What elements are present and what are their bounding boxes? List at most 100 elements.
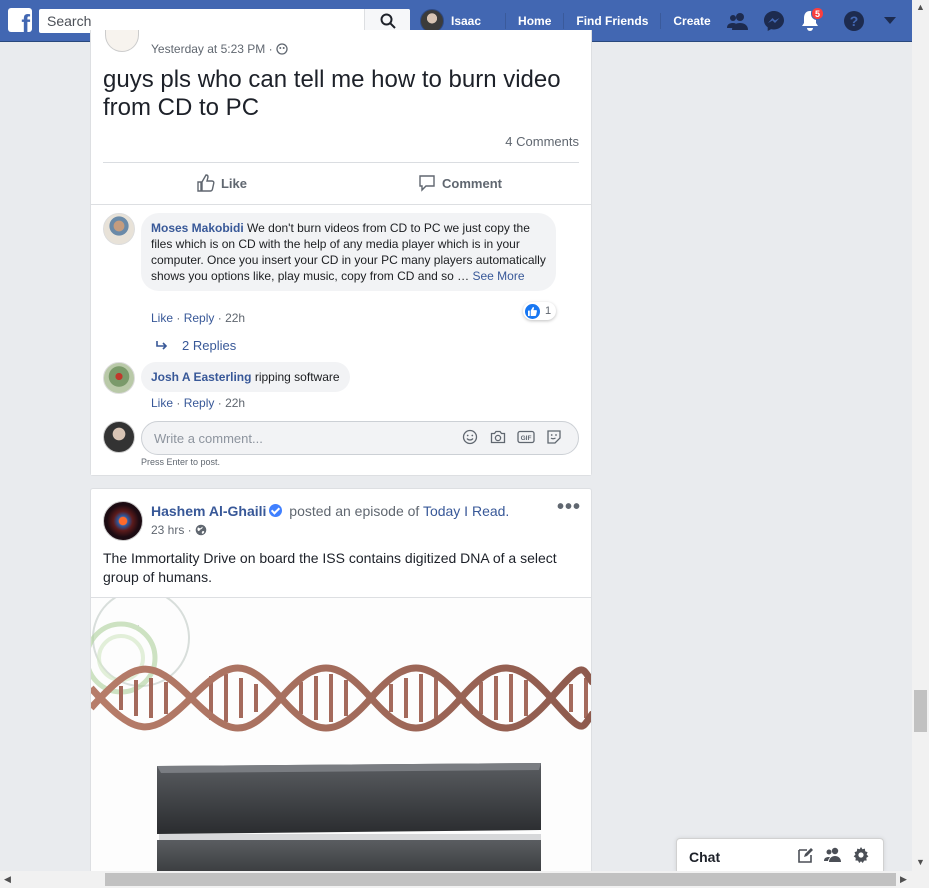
comment-reply-link[interactable]: Reply	[184, 311, 215, 325]
nav-divider	[660, 13, 662, 29]
compose-icon	[797, 848, 813, 863]
verified-badge-icon	[269, 504, 283, 517]
create-link[interactable]: Create	[673, 14, 710, 28]
like-label: Like	[220, 175, 247, 191]
post-action-text: posted an episode of	[289, 503, 420, 519]
vertical-scroll-thumb[interactable]	[914, 690, 927, 732]
commenter-avatar[interactable]	[103, 213, 135, 245]
post-text: guys pls who can tell me how to burn vid…	[103, 66, 561, 121]
facebook-logo[interactable]: f	[8, 8, 32, 32]
author-avatar[interactable]	[103, 501, 143, 541]
notifications-button[interactable]: 5	[792, 0, 828, 42]
comments-count-link[interactable]: 4 Comments	[505, 134, 579, 149]
comment-reply-link[interactable]: Reply	[184, 396, 215, 410]
thumbs-up-icon	[197, 174, 215, 192]
horizontal-scroll-thumb[interactable]	[105, 873, 896, 886]
create-group-button[interactable]	[819, 847, 847, 864]
gif-button[interactable]: GIF	[512, 429, 540, 445]
chat-bar[interactable]: Chat	[676, 838, 884, 872]
like-reaction-icon	[525, 303, 540, 319]
chat-settings-button[interactable]	[847, 847, 875, 864]
gif-icon: GIF	[517, 430, 535, 444]
nav-divider	[505, 13, 507, 29]
comment-input[interactable]	[154, 429, 454, 447]
scroll-down-arrow-icon[interactable]: ▼	[916, 857, 925, 867]
messenger-button[interactable]	[756, 0, 792, 42]
commenter-name[interactable]: Josh A Easterling	[151, 370, 251, 384]
commenter-name[interactable]: Moses Makobidi	[151, 221, 244, 235]
friend-requests-button[interactable]	[720, 0, 756, 42]
comment-like-link[interactable]: Like	[151, 311, 173, 325]
comments-section: Moses Makobidi We don't burn videos from…	[91, 204, 591, 475]
comment-actions: Like · Reply · 22h	[151, 396, 245, 410]
separator-dot: ·	[176, 396, 184, 410]
like-button[interactable]: Like	[103, 164, 341, 202]
comment-composer: GIF	[141, 421, 579, 455]
svg-text:?: ?	[850, 13, 859, 29]
comment-time[interactable]: 22h	[225, 311, 245, 325]
search-input[interactable]	[47, 12, 357, 30]
group-icon	[824, 847, 841, 862]
post-timestamp[interactable]: 23 hrs ·	[151, 523, 207, 537]
chevron-down-icon	[884, 17, 896, 24]
account-menu-button[interactable]	[872, 0, 908, 42]
reaction-count: 1	[545, 305, 552, 317]
search-icon	[380, 13, 396, 29]
gear-icon	[853, 847, 869, 863]
separator-dot: ·	[176, 311, 184, 325]
replies-label: 2 Replies	[182, 338, 237, 353]
nav-icons: 5 ?	[720, 0, 908, 42]
globe-icon	[195, 524, 207, 536]
comment-bubble: Moses Makobidi We don't burn videos from…	[141, 213, 556, 291]
my-avatar[interactable]	[103, 421, 135, 453]
comment-like-link[interactable]: Like	[151, 396, 173, 410]
help-button[interactable]: ?	[836, 0, 872, 42]
view-replies-link[interactable]: 2 Replies	[155, 338, 236, 353]
camera-icon	[490, 430, 506, 444]
scroll-up-arrow-icon[interactable]: ▲	[916, 2, 925, 12]
post-card: Yesterday at 5:23 PM · guys pls who can …	[90, 30, 592, 476]
post-timestamp[interactable]: Yesterday at 5:23 PM ·	[151, 42, 288, 56]
smiley-icon	[462, 429, 478, 445]
post-text: The Immortality Drive on board the ISS c…	[103, 550, 557, 585]
dna-helix-illustration: ·	[91, 598, 591, 888]
comment-icon	[419, 175, 435, 192]
video-media[interactable]: ·	[91, 597, 591, 888]
horizontal-scrollbar[interactable]: ◀ ▶	[0, 871, 929, 888]
comment-text: ripping software	[254, 370, 340, 384]
new-message-button[interactable]	[791, 847, 819, 864]
comment-time[interactable]: 22h	[225, 396, 245, 410]
post-options-button[interactable]: •••	[557, 497, 581, 517]
friends-audience-icon	[276, 43, 288, 55]
post-author-avatar[interactable]	[105, 30, 139, 52]
home-link[interactable]: Home	[518, 14, 551, 28]
post-header: Hashem Al-Ghaili posted an episode of To…	[151, 503, 509, 519]
nav-divider	[563, 13, 565, 29]
svg-text:GIF: GIF	[521, 435, 532, 442]
friend-requests-icon	[727, 13, 748, 30]
vertical-scrollbar[interactable]: ▲ ▼	[912, 0, 929, 871]
see-more-link[interactable]: See More	[472, 269, 524, 283]
help-icon: ?	[844, 11, 864, 31]
composer-icons: GIF	[456, 429, 568, 445]
scroll-right-arrow-icon[interactable]: ▶	[900, 874, 907, 885]
reaction-summary[interactable]: 1	[523, 302, 557, 320]
profile-name: Isaac	[451, 14, 482, 28]
separator-dot: ·	[217, 396, 226, 410]
svg-text:·: ·	[137, 621, 140, 630]
comment-actions: Like · Reply · 22h	[151, 311, 245, 325]
divider	[103, 162, 579, 163]
commenter-avatar[interactable]	[103, 362, 135, 394]
messenger-icon	[764, 11, 784, 31]
sticker-icon	[547, 430, 561, 444]
emoji-button[interactable]	[456, 429, 484, 445]
reply-arrow-icon	[156, 340, 168, 350]
author-name[interactable]: Hashem Al-Ghaili	[151, 503, 266, 519]
photo-button[interactable]	[484, 429, 512, 445]
comment-button[interactable]: Comment	[341, 164, 579, 202]
post-actions: Like Comment	[103, 164, 579, 202]
page-link[interactable]: Today I Read.	[423, 503, 509, 519]
sticker-button[interactable]	[540, 429, 568, 445]
find-friends-link[interactable]: Find Friends	[576, 14, 648, 28]
scroll-left-arrow-icon[interactable]: ◀	[4, 874, 11, 885]
